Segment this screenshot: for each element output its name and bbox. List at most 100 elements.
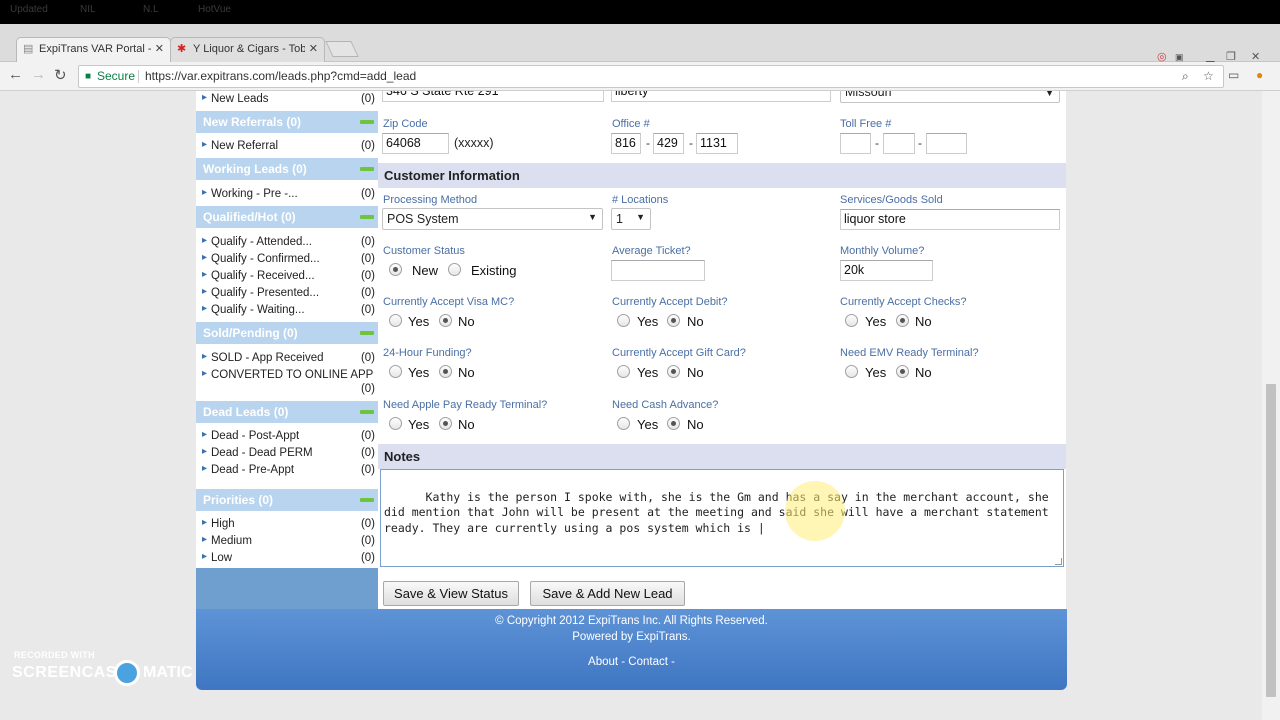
collapse-icon[interactable]	[360, 331, 374, 335]
funding-no-radio[interactable]	[439, 365, 452, 378]
sidebar-section-priorities[interactable]: Priorities (0)	[196, 489, 378, 511]
arrow-icon: ▸	[202, 303, 208, 314]
no-label: No	[458, 417, 475, 432]
yes-label: Yes	[408, 314, 430, 329]
office-area-input[interactable]: 816	[611, 133, 641, 154]
tollfree-label: Toll Free #	[840, 118, 892, 130]
monthly-input[interactable]: 20k	[840, 260, 933, 281]
apple-pay-no-radio[interactable]	[439, 417, 452, 430]
sidebar-item[interactable]: ▸ Working - Pre -... (0)	[196, 187, 378, 203]
sidebar-item[interactable]: ▸ Dead - Post-Appt (0)	[196, 429, 378, 445]
sidebar-section-qualified[interactable]: Qualified/Hot (0)	[196, 206, 378, 228]
sidebar-item[interactable]: ▸ High (0)	[196, 517, 378, 533]
watermark-line1: RECORDED WITH	[14, 650, 95, 660]
save-view-status-button[interactable]: Save & View Status	[383, 581, 519, 606]
resize-handle[interactable]	[1055, 558, 1062, 565]
extension-icon[interactable]: ●	[1256, 68, 1263, 82]
status-new-radio[interactable]	[389, 263, 402, 276]
tollfree-line-input[interactable]	[926, 133, 967, 154]
visa-mc-no-radio[interactable]	[439, 314, 452, 327]
tollfree-area-input[interactable]	[840, 133, 871, 154]
collapse-icon[interactable]	[360, 167, 374, 171]
debit-yes-radio[interactable]	[617, 314, 630, 327]
scrollbar-thumb[interactable]	[1266, 384, 1276, 697]
emv-no-radio[interactable]	[896, 365, 909, 378]
watermark-line2a: SCREENCAST	[12, 664, 128, 681]
url-input[interactable]: ■ Secure https://var.expitrans.com/leads…	[78, 65, 1224, 88]
cash-advance-yes-radio[interactable]	[617, 417, 630, 430]
sidebar-item[interactable]: ▸ Dead - Dead PERM (0)	[196, 446, 378, 462]
collapse-icon[interactable]	[360, 410, 374, 414]
processing-select[interactable]: POS System ▼	[382, 208, 603, 230]
processing-value: POS System	[387, 212, 459, 226]
sidebar-item[interactable]: ▸ Qualify - Received... (0)	[196, 269, 378, 285]
sidebar-section-referrals[interactable]: New Referrals (0)	[196, 111, 378, 133]
sidebar-item[interactable]: ▸ Qualify - Confirmed... (0)	[196, 252, 378, 268]
bookmark-star-icon[interactable]: ☆	[1203, 66, 1214, 87]
notes-textarea[interactable]: Kathy is the person I spoke with, she is…	[380, 469, 1064, 567]
tab-strip: ▤ ExpiTrans VAR Portal - Le ✕ ✱ Y Liquor…	[0, 24, 1280, 63]
gift-yes-radio[interactable]	[617, 365, 630, 378]
yes-label: Yes	[637, 365, 659, 380]
sidebar-item[interactable]: ▸ New Referral (0)	[196, 139, 378, 155]
zoom-icon[interactable]: ⌕	[1182, 66, 1189, 87]
funding-yes-radio[interactable]	[389, 365, 402, 378]
status-existing-radio[interactable]	[448, 263, 461, 276]
collapse-icon[interactable]	[360, 498, 374, 502]
zip-input[interactable]: 64068	[382, 133, 449, 154]
sidebar-item[interactable]: ▸ Qualify - Waiting... (0)	[196, 303, 378, 319]
reload-icon[interactable]: ↻	[54, 66, 67, 84]
back-icon[interactable]: ←	[8, 66, 23, 83]
close-icon[interactable]: ✕	[309, 42, 318, 55]
checks-no-radio[interactable]	[896, 314, 909, 327]
sidebar-item-count: (0)	[360, 93, 375, 105]
new-tab-button[interactable]	[325, 41, 359, 57]
sidebar-section-dead[interactable]: Dead Leads (0)	[196, 401, 378, 423]
cast-icon[interactable]: ▭	[1228, 68, 1239, 82]
city-input[interactable]: liberty	[611, 91, 831, 102]
sidebar-item-label: Working - Pre -...	[211, 188, 298, 200]
visa-mc-yes-radio[interactable]	[389, 314, 402, 327]
sidebar-item[interactable]: ▸ Qualify - Presented... (0)	[196, 286, 378, 302]
collapse-icon[interactable]	[360, 120, 374, 124]
cash-advance-no-radio[interactable]	[667, 417, 680, 430]
sidebar-item[interactable]: ▸ Qualify - Attended... (0)	[196, 235, 378, 251]
state-select[interactable]: Missouri ▼	[840, 91, 1060, 103]
sidebar-item[interactable]: ▸ Low (0)	[196, 551, 378, 567]
street-input[interactable]: 346 S State Rte 291	[382, 91, 604, 102]
tab-liquor[interactable]: ✱ Y Liquor & Cigars - Toba ✕	[170, 37, 325, 62]
sidebar-item[interactable]: ▸ Medium (0)	[196, 534, 378, 550]
sidebar-section-sold[interactable]: Sold/Pending (0)	[196, 322, 378, 344]
sidebar-section-working[interactable]: Working Leads (0)	[196, 158, 378, 180]
collapse-icon[interactable]	[360, 215, 374, 219]
tollfree-prefix-input[interactable]	[883, 133, 915, 154]
page-scrollbar[interactable]	[1262, 91, 1280, 720]
processing-label: Processing Method	[383, 194, 478, 206]
office-line-input[interactable]: 1131	[696, 133, 738, 154]
locations-select[interactable]: 1 ▼	[611, 208, 651, 230]
sidebar-item[interactable]: ▸ CONVERTED TO ONLINE APP (0)	[196, 368, 378, 398]
sidebar-item-count: (0)	[360, 140, 375, 152]
save-add-new-lead-button[interactable]: Save & Add New Lead	[530, 581, 685, 606]
watermark-line2b: MATIC	[143, 664, 193, 681]
sidebar-section-title: Priorities (0)	[203, 493, 274, 507]
emv-yes-radio[interactable]	[845, 365, 858, 378]
tab-expitrans[interactable]: ▤ ExpiTrans VAR Portal - Le ✕	[16, 37, 171, 62]
checks-yes-radio[interactable]	[845, 314, 858, 327]
services-input[interactable]: liquor store	[840, 209, 1060, 230]
footer-links[interactable]: About - Contact -	[196, 656, 1067, 668]
avg-ticket-input[interactable]	[611, 260, 705, 281]
sidebar-item-new-leads[interactable]: ▸ New Leads (0)	[196, 92, 378, 108]
office-prefix-input[interactable]: 429	[653, 133, 684, 154]
gift-no-radio[interactable]	[667, 365, 680, 378]
close-icon[interactable]: ✕	[155, 42, 164, 55]
debit-no-radio[interactable]	[667, 314, 680, 327]
sidebar-item[interactable]: ▸ SOLD - App Received (0)	[196, 351, 378, 367]
arrow-icon: ▸	[202, 551, 208, 562]
notes-heading: Notes	[378, 444, 1066, 469]
avg-ticket-label: Average Ticket?	[612, 245, 691, 257]
apple-pay-yes-radio[interactable]	[389, 417, 402, 430]
sidebar-item[interactable]: ▸ Dead - Pre-Appt (0)	[196, 463, 378, 479]
forward-icon[interactable]: →	[31, 66, 46, 83]
visa-mc-label: Currently Accept Visa MC?	[383, 296, 515, 308]
